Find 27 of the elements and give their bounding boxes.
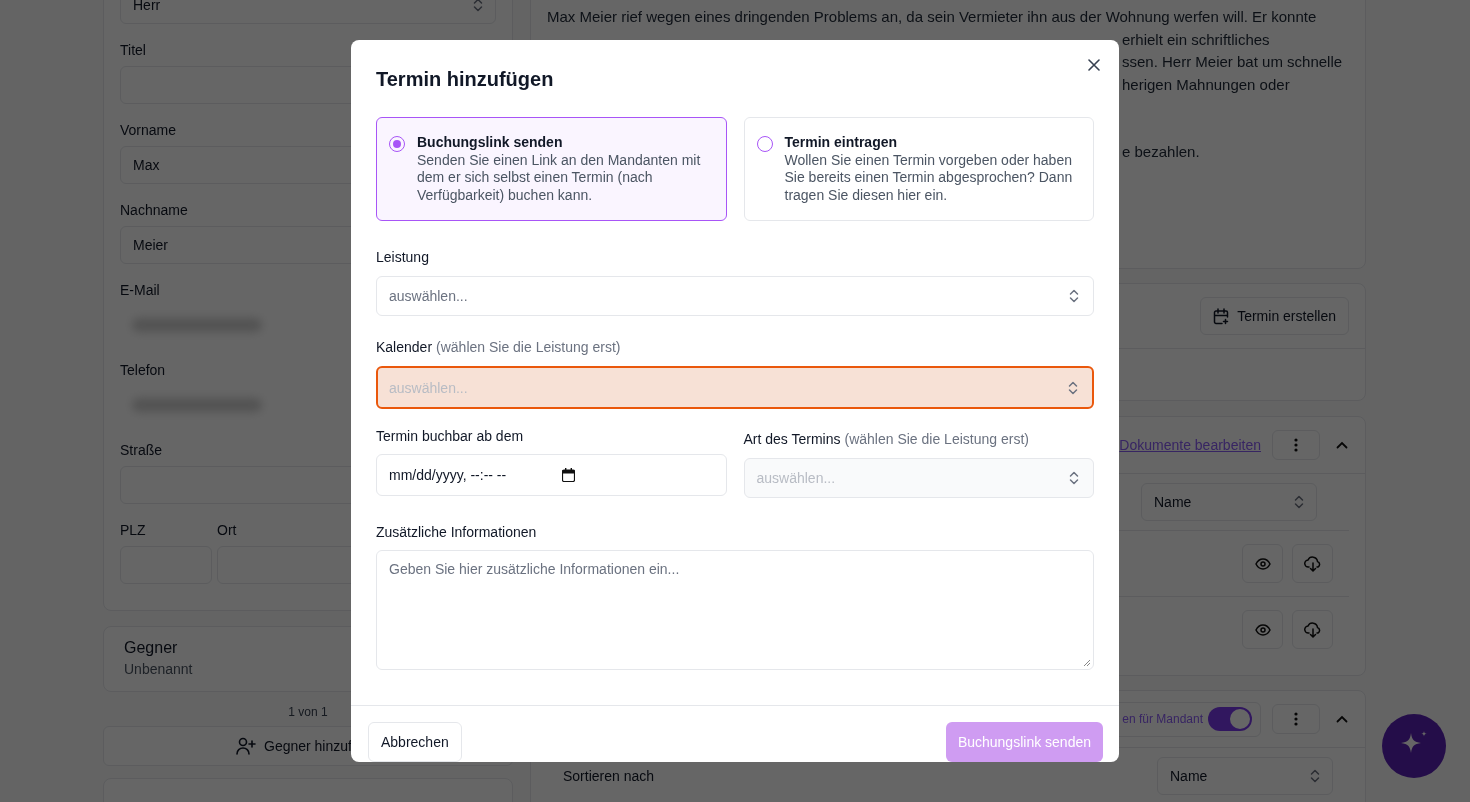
field-label: Termin buchbar ab dem xyxy=(376,427,525,446)
field-label: Leistung xyxy=(376,248,430,267)
notes-text: erhielt ein schriftliches xyxy=(1122,30,1270,48)
field-label: Kalender xyxy=(376,338,433,357)
field-label: PLZ xyxy=(120,521,146,540)
field-label: Telefon xyxy=(120,361,166,380)
opponent-name: Unbenannt xyxy=(124,661,194,677)
field-label: Titel xyxy=(120,41,146,60)
option-title: Termin eintragen xyxy=(784,134,899,152)
sort-label: Sortieren nach xyxy=(563,768,655,784)
field-label: Zusätzliche Informationen xyxy=(376,523,538,542)
field-label: Ort xyxy=(217,521,237,540)
field-label: Straße xyxy=(120,441,162,460)
pager-text: 1 von 1 xyxy=(288,705,328,719)
field-label: Vorname xyxy=(120,121,177,140)
field-label: Art des Termins xyxy=(743,430,841,449)
opponent-title: Gegner xyxy=(124,639,179,657)
option-description: Wollen Sie einen Termin vorgeben oder haben Sie bereits einen Termin abgesprochen? Dann tragen Sie diesen hier ein. xyxy=(784,151,1074,204)
field-hint: (wählen Sie die Leistung erst) xyxy=(844,430,1029,449)
notes-text: Max Meier rief wegen eines dringenden Problems an, da sein Vermieter ihn aus der Wohnung werfen will. Er konnte xyxy=(547,8,1317,25)
notes-text: ssen. Herr Meier bat um schnelle xyxy=(1122,53,1343,70)
field-hint: (wählen Sie die Leistung erst) xyxy=(436,338,621,357)
modal-title: Termin hinzufügen xyxy=(376,67,555,91)
notes-text: e bezahlen. xyxy=(1122,143,1200,160)
field-label: E-Mail xyxy=(120,281,160,300)
field-label: Nachname xyxy=(120,201,188,220)
notes-text: herigen Mahnungen oder xyxy=(1122,75,1290,93)
